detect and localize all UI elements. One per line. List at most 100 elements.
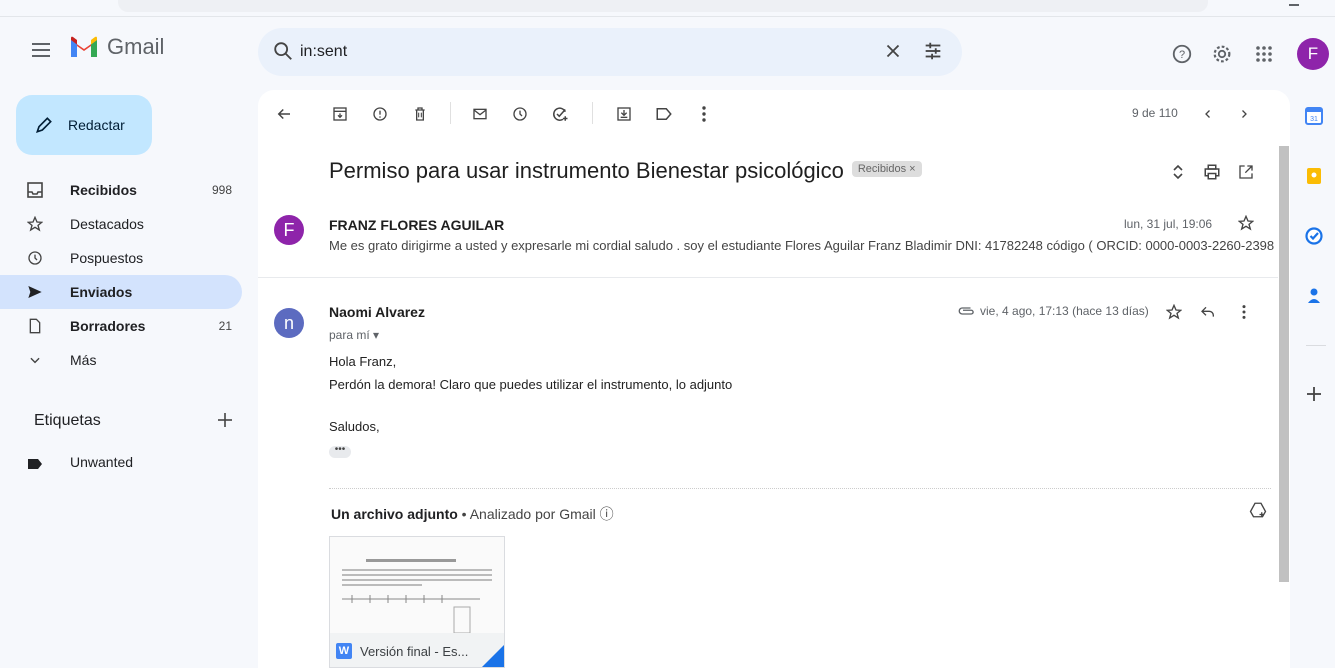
reply-icon[interactable] <box>1198 302 1218 322</box>
side-panel-divider <box>1306 345 1326 346</box>
expand-all-icon[interactable] <box>1168 162 1188 182</box>
attachment-corner-fold <box>482 645 504 667</box>
search-input[interactable] <box>300 39 860 65</box>
subject-text: Permiso para usar instrumento Bienestar … <box>329 158 844 183</box>
sender-avatar: F <box>274 215 304 245</box>
star-icon[interactable] <box>1236 213 1256 233</box>
sidebar-item-drafts[interactable]: Borradores 21 <box>0 309 242 343</box>
message-view: 9 de 110 Permiso para usar instrumento B… <box>258 90 1290 668</box>
svg-text:31: 31 <box>1310 116 1318 123</box>
calendar-icon[interactable]: 31 <box>1304 106 1324 126</box>
open-new-window-icon[interactable] <box>1236 162 1256 182</box>
attachment-footer: W Versión final - Es... <box>330 633 504 667</box>
sidebar-item-snoozed[interactable]: Pospuestos <box>0 241 242 275</box>
search-icon[interactable] <box>272 40 294 62</box>
recipient-dropdown[interactable]: para mí ▾ <box>329 328 379 342</box>
sidebar-item-label: Recibidos <box>70 182 137 198</box>
close-icon[interactable] <box>882 40 904 62</box>
toolbar-divider <box>592 102 593 124</box>
trash-icon[interactable] <box>410 104 430 124</box>
pencil-icon <box>36 117 52 133</box>
compose-button[interactable]: Redactar <box>16 95 152 155</box>
sender-name: FRANZ FLORES AGUILAR <box>329 217 505 233</box>
label-tag-icon[interactable] <box>654 104 674 124</box>
hamburger-icon <box>32 43 50 57</box>
app-name: Gmail <box>107 34 165 59</box>
chevron-left-icon[interactable] <box>1198 104 1218 124</box>
sidebar-nav: Recibidos 998 Destacados Pospuestos Envi… <box>0 173 256 377</box>
search-options-icon[interactable] <box>922 40 944 62</box>
message-date: lun, 31 jul, 19:06 <box>1124 217 1213 231</box>
message-snippet: Me es grato dirigirme a usted y expresar… <box>329 238 1275 253</box>
more-vert-icon[interactable] <box>1234 302 1254 322</box>
clock-icon <box>26 249 44 267</box>
label-icon <box>26 455 44 473</box>
settings-gear-icon[interactable] <box>1210 42 1234 66</box>
mark-unread-icon[interactable] <box>470 104 490 124</box>
draft-count: 21 <box>218 319 232 333</box>
unread-count: 998 <box>211 183 232 197</box>
sidebar-item-label: Más <box>70 352 97 368</box>
svg-text:?: ? <box>1179 49 1185 61</box>
message-toolbar: 9 de 110 <box>258 90 1290 138</box>
star-icon[interactable] <box>1164 302 1184 322</box>
message-divider <box>258 277 1278 278</box>
body-greeting: Hola Franz, <box>329 354 397 369</box>
sidebar-label-unwanted[interactable]: Unwanted <box>0 447 242 477</box>
sidebar-item-starred[interactable]: Destacados <box>0 207 242 241</box>
inbox-icon <box>26 181 44 199</box>
attachments-header: Un archivo adjunto • Analizado por Gmail… <box>331 504 614 524</box>
main-menu-button[interactable] <box>30 38 54 62</box>
draft-icon <box>26 317 44 335</box>
sidebar-item-label: Borradores <box>70 318 146 334</box>
minimize-icon[interactable] <box>1289 4 1299 6</box>
compose-label: Redactar <box>68 117 125 133</box>
help-icon[interactable]: ? <box>1170 42 1194 66</box>
archive-icon[interactable] <box>330 104 350 124</box>
search-bar[interactable] <box>258 28 962 76</box>
top-divider <box>0 16 1335 17</box>
chevron-down-icon <box>26 351 44 369</box>
attachment-clip-icon <box>956 301 976 321</box>
print-icon[interactable] <box>1202 162 1222 182</box>
contacts-icon[interactable] <box>1304 286 1324 306</box>
add-addon-icon[interactable] <box>1304 384 1324 404</box>
attachments-divider <box>329 488 1271 489</box>
label-name: Unwanted <box>70 454 134 470</box>
message-date: vie, 4 ago, 17:13 (hace 13 días) <box>980 304 1149 318</box>
tasks-icon[interactable] <box>1304 226 1324 246</box>
back-arrow-icon[interactable] <box>274 104 294 124</box>
save-to-drive-icon[interactable] <box>1248 500 1268 520</box>
labels-heading: Etiquetas <box>34 412 101 429</box>
sidebar-item-sent[interactable]: Enviados <box>0 275 242 309</box>
chevron-right-icon[interactable] <box>1234 104 1254 124</box>
move-to-icon[interactable] <box>614 104 634 124</box>
side-apps-panel: 31 <box>1298 90 1335 668</box>
body-text: Perdón la demora! Claro que puedes utili… <box>329 377 733 392</box>
message-collapsed[interactable]: F FRANZ FLORES AGUILAR lun, 31 jul, 19:0… <box>258 205 1278 275</box>
sidebar-item-more[interactable]: Más <box>0 343 242 377</box>
sender-name[interactable]: Naomi Alvarez <box>329 304 425 320</box>
keep-notes-icon[interactable] <box>1304 166 1324 186</box>
report-spam-icon[interactable] <box>370 104 390 124</box>
gmail-logo[interactable]: Gmail <box>69 34 164 60</box>
show-trimmed-content-button[interactable]: ••• <box>329 445 351 458</box>
word-file-icon: W <box>336 643 352 659</box>
more-vert-icon[interactable] <box>694 104 714 124</box>
sidebar-item-inbox[interactable]: Recibidos 998 <box>0 173 242 207</box>
body-signoff: Saludos, <box>329 419 380 434</box>
snooze-clock-icon[interactable] <box>510 104 530 124</box>
attachment-card[interactable]: W Versión final - Es... <box>329 536 505 668</box>
account-avatar[interactable]: F <box>1297 38 1329 70</box>
attachments-scanned: • Analizado por Gmail ⓘ <box>457 506 614 522</box>
star-icon <box>26 215 44 233</box>
gmail-m-icon <box>71 36 97 57</box>
sidebar-item-label: Destacados <box>70 216 144 232</box>
label-chip-inbox[interactable]: Recibidos × <box>851 161 922 178</box>
add-label-icon[interactable] <box>215 410 235 435</box>
scrollbar-thumb[interactable] <box>1279 146 1289 582</box>
apps-grid-icon[interactable] <box>1252 42 1276 66</box>
thread-subject: Permiso para usar instrumento Bienestar … <box>329 158 922 184</box>
header: Gmail ? F <box>0 20 1335 84</box>
add-task-icon[interactable] <box>550 104 570 124</box>
